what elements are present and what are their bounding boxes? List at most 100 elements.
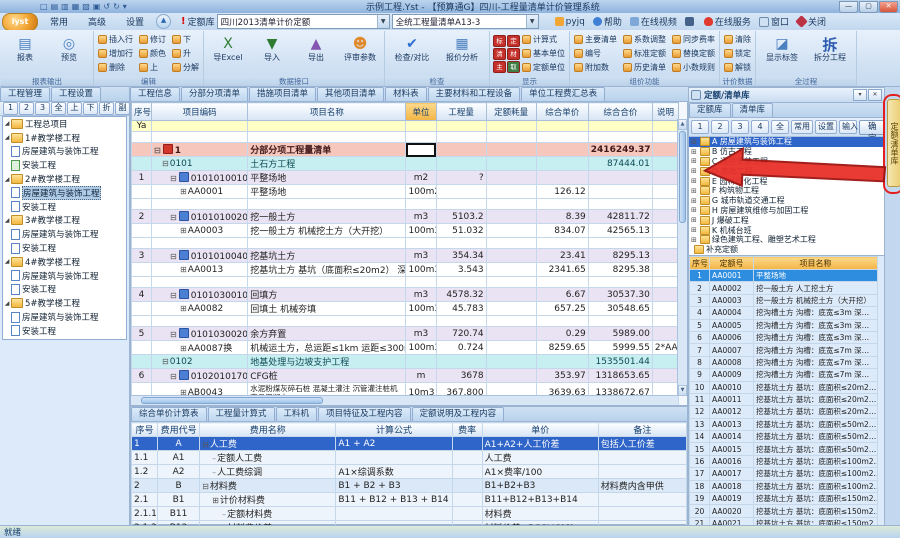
ribbon-big-button[interactable]: ▼ 导入 [251,32,293,75]
row-toggle-icon[interactable] [212,454,216,463]
quick-access-icon[interactable]: ↺ [103,2,110,12]
quota-list-row[interactable]: 15 AA0015 挖基坑土方 基坑：底面积≤50m2… [690,443,878,455]
tree-expand-icon[interactable]: ◢ [3,120,11,127]
confirm-button[interactable]: 确定 [859,120,886,135]
tree-expand-icon[interactable] [691,226,697,234]
ribbon-big-button[interactable]: ▦ 报价分析 [438,32,486,75]
tree-expand-icon[interactable]: ◢ [3,134,11,141]
row-toggle-icon[interactable] [180,344,187,353]
library-toolbar-button[interactable]: 3 [731,120,749,134]
ribbon-big-button[interactable]: X 导Excel [207,32,249,75]
row-toggle-icon[interactable] [212,468,216,477]
cost-row[interactable]: 2.1.1 B11 定额材料费 材料费 [132,507,687,521]
project-tree-item[interactable]: 安装工程 [3,241,126,255]
project-tree-item[interactable]: ◢ 3#教学楼工程 [3,214,126,228]
cost-row[interactable]: 2.1 B1 计价材料费 B11 + B12 + B13 + B14 B11+B… [132,493,687,507]
row-toggle-icon[interactable] [212,496,219,505]
ribbon-small-button[interactable]: 定额单位 [521,61,566,75]
minimize-button[interactable]: — [839,1,858,13]
quota-list-row[interactable]: 6 AA0006 挖沟槽土方 沟槽：底宽≤3m 深… [690,331,878,343]
quick-access-icon[interactable]: ↻ [113,2,120,12]
quota-list-row[interactable]: 11 AA0011 挖基坑土方 基坑：底面积≤20m2… [690,393,878,405]
boq-row[interactable]: 0102 地基处理与边坡支护工程 1535501.44 [132,355,679,369]
close-panel-icon[interactable]: ✕ [868,89,882,101]
worksheet-tab[interactable]: 工程信息 [130,87,180,101]
ribbon-big-button[interactable]: ◎ 预览 [48,32,90,75]
ribbon-small-button[interactable]: 插入行 [97,32,134,46]
app-logo[interactable]: iyst [2,13,38,31]
tree-expand-icon[interactable] [691,157,697,165]
detail-tab[interactable]: 综合单价计算表 [131,407,207,421]
menu-tab[interactable]: 设置 [116,13,154,30]
tree-toolbar-button[interactable]: 2 [19,102,34,115]
ribbon-small-button[interactable]: 锁定 [723,46,752,60]
menu-right-item[interactable]: 关闭 [797,15,826,28]
quota-list-row[interactable]: 14 AA0014 挖基坑土方 基坑：底面积≤50m2… [690,431,878,443]
worksheet-tab[interactable]: 其他项目清单 [317,87,384,101]
ribbon-small-button[interactable]: 解锁 [723,61,752,75]
boq-row[interactable]: Ya [132,121,679,132]
row-toggle-icon[interactable] [180,304,187,313]
quota-list-row[interactable]: 4 AA0004 挖沟槽土方 沟槽：底宽≤3m 深… [690,307,878,319]
menu-tab[interactable]: 高级 [78,13,116,30]
project-tree-item[interactable]: 房屋建筑与装饰工程 [3,186,126,200]
quota-list-row[interactable]: 10 AA0010 挖基坑土方 基坑：底面积≤20m2… [690,381,878,393]
quota-list-row[interactable]: 2 AA0002 挖一般土方 人工挖土方 [690,282,878,294]
quota-list-row[interactable]: 17 AA0017 挖基坑土方 基坑：底面积≤100m2… [690,468,878,480]
tree-toolbar-button[interactable]: 副 [115,102,130,115]
row-toggle-icon[interactable] [180,265,187,274]
row-toggle-icon[interactable] [202,482,209,491]
row-toggle-icon[interactable] [202,440,209,449]
project-tree-item[interactable]: ◢ 工程总项目 [3,117,126,131]
row-toggle-icon[interactable] [222,510,226,519]
row-toggle-icon[interactable] [180,187,187,196]
tree-toolbar-button[interactable]: 上 [67,102,82,115]
ribbon-small-button[interactable]: 上 [138,61,167,75]
quota-list-row[interactable]: 20 AA0020 挖基坑土方 基坑：底面积≤150m2… [690,505,878,517]
boq-row[interactable] [132,238,679,249]
library-tab[interactable]: 定额库 [689,103,731,117]
tree-expand-icon[interactable]: ◢ [3,176,11,183]
worksheet-tab[interactable]: 主要材料和工程设备 [428,87,521,101]
ribbon-small-button[interactable]: 系数调整 [622,32,667,46]
ribbon-small-button[interactable]: 同步费率 [671,32,716,46]
boq-row[interactable]: AA0087换 机械运土方，总运距≤1km 运距≤300m 100m3 0.72… [132,341,679,355]
menu-right-item[interactable] [685,17,696,26]
quota-library-side-tab[interactable]: 定额/清单库 [887,99,900,187]
ribbon-big-button[interactable]: ▲ 导出 [295,32,337,75]
project-tree-item[interactable]: ◢ 4#教学楼工程 [3,255,126,269]
project-tree-item[interactable]: 安装工程 [3,324,126,338]
ribbon-big-button[interactable]: ✔ 检查/对比 [388,32,436,75]
display-toggle-icon[interactable]: 定 [507,35,520,47]
project-tree-item[interactable]: 房屋建筑与装饰工程 [3,145,126,159]
quota-list-row[interactable]: 18 AA0018 挖基坑土方 基坑：底面积≤100m2… [690,480,878,492]
menu-tab[interactable]: 常用 [40,13,78,30]
quota-list-row[interactable]: 7 AA0007 挖沟槽土方 沟槽：底宽≤7m 深… [690,344,878,356]
detail-tab[interactable]: 工料机 [276,407,318,421]
ribbon-big-button[interactable]: ◪ 显示标签 [759,32,805,75]
library-toolbar-button[interactable]: 1 [691,120,709,134]
quota-list-row[interactable]: 12 AA0012 挖基坑土方 基坑：底面积≤20m2… [690,406,878,418]
project-tree-item[interactable]: ◢ 5#教学楼工程 [3,296,126,310]
library-toolbar-button[interactable]: 2 [711,120,729,134]
ribbon-small-button[interactable]: 下 [171,32,200,46]
tree-expand-icon[interactable] [691,177,697,185]
tree-expand-icon[interactable]: ◢ [3,258,11,265]
project-tree-item[interactable]: ◢ 1#教学楼工程 [3,131,126,145]
quota-list-row[interactable]: 9 AA0009 挖沟槽土方 沟槽：底宽≤7m 深… [690,369,878,381]
boq-row[interactable] [132,132,679,143]
boq-row[interactable] [132,316,679,327]
boq-row[interactable]: 6 010201017006 CFG桩 m 3678 353.97 131865… [132,369,679,383]
boq-row[interactable]: 5 010103002005 余方弃置 m3 720.74 0.29 5989.… [132,327,679,341]
row-toggle-icon[interactable] [170,372,177,381]
boq-row[interactable]: AA0082 回填土 机械夯填 100m3 45.783 657.25 3054… [132,302,679,316]
scroll-down-icon[interactable]: ▼ [678,385,687,396]
menu-right-item[interactable]: pyjq [555,17,585,27]
worksheet-tab[interactable]: 材料表 [385,87,427,101]
menu-right-item[interactable]: 帮助 [593,15,622,28]
tree-expand-icon[interactable] [691,236,697,244]
tree-expand-icon[interactable] [691,197,697,205]
worksheet-tab[interactable]: 分部分项清单 [181,87,248,101]
quota-list-row[interactable]: 5 AA0005 挖沟槽土方 沟槽：底宽≤3m 深… [690,319,878,331]
tree-expand-icon[interactable] [691,138,697,146]
